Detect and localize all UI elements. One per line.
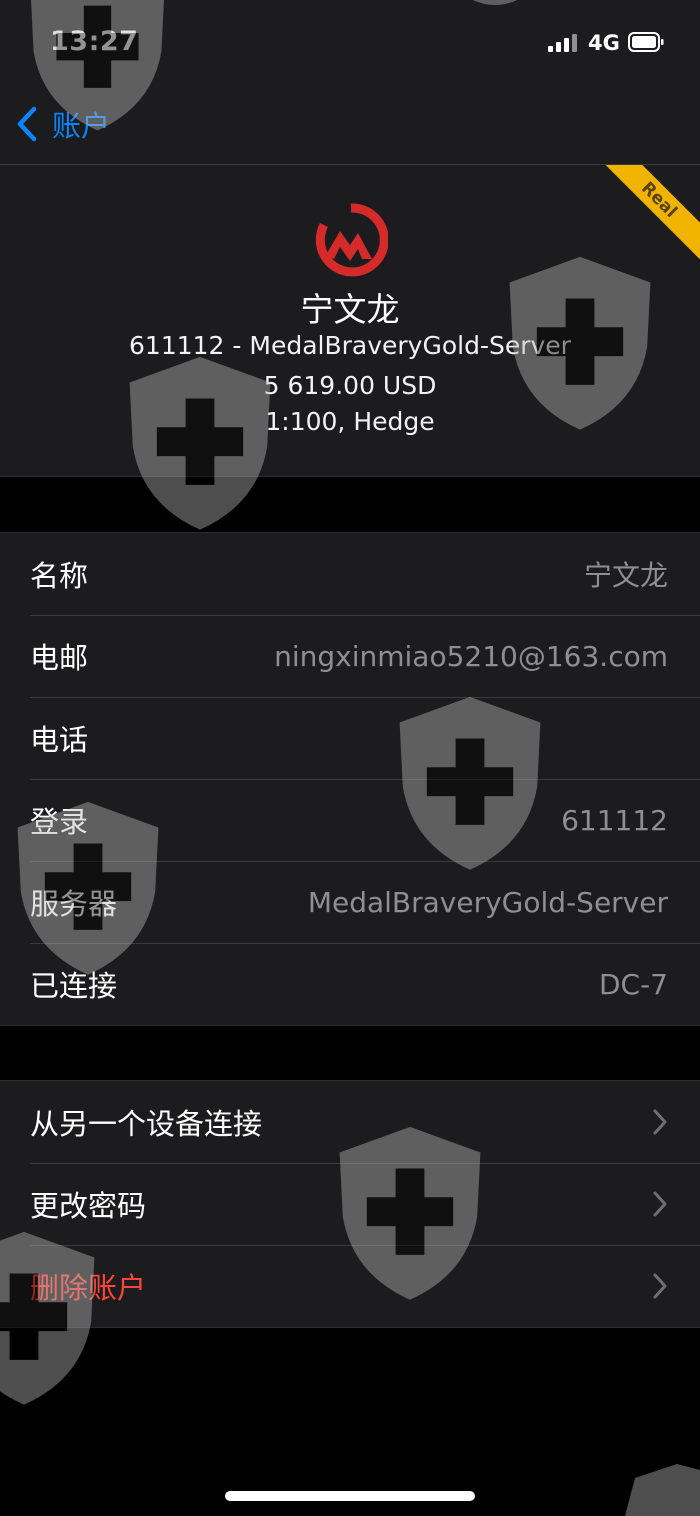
action-label: 从另一个设备连接 [30,1107,263,1141]
detail-value: 宁文龙 [583,559,668,592]
detail-label: 电邮 [30,641,89,675]
detail-row-login: 登录 611112 [0,779,700,861]
detail-label: 登录 [30,805,89,839]
navigation-bar: 账户 [0,90,700,165]
real-account-badge: Real [589,165,700,270]
account-header: Real 宁文龙 611112 - MedalBraveryGold-Serve… [0,165,700,477]
chevron-right-icon [653,1273,667,1299]
detail-row-phone: 电话 [0,697,700,779]
account-server: 611112 - MedalBraveryGold-Server [129,331,571,360]
detail-value: ningxinmiao5210@163.com [274,639,668,673]
home-indicator [225,1491,475,1501]
chevron-left-icon [17,106,37,142]
action-label: 删除账户 [30,1271,147,1305]
network-type: 4G [588,31,620,55]
battery-icon [628,32,664,52]
account-leverage: 1:100, Hedge [265,407,435,436]
account-details-list: 名称 宁文龙 电邮 ningxinmiao5210@163.com 电话 登录 … [0,532,700,1026]
chevron-right-icon [653,1191,667,1217]
shield-cross-icon [625,1464,700,1516]
detail-label: 电话 [30,723,89,757]
action-label: 更改密码 [30,1189,147,1223]
account-holder-name: 宁文龙 [300,290,400,329]
connect-other-device-button[interactable]: 从另一个设备连接 [0,1081,700,1163]
detail-row-connected: 已连接 DC-7 [0,943,700,1025]
delete-account-button[interactable]: 删除账户 [0,1245,700,1327]
detail-row-name: 名称 宁文龙 [0,533,700,615]
detail-label: 名称 [30,559,89,593]
status-bar: 13:27 4G [0,0,700,90]
detail-row-email: 电邮 ningxinmiao5210@163.com [0,615,700,697]
account-actions-list: 从另一个设备连接 更改密码 删除账户 [0,1080,700,1328]
back-label: 账户 [52,109,111,143]
detail-value: 611112 [561,803,668,837]
status-time: 13:27 [50,26,139,57]
change-password-button[interactable]: 更改密码 [0,1163,700,1245]
detail-label: 服务器 [30,887,118,921]
chevron-right-icon [653,1109,667,1135]
signal-icon [548,34,577,52]
detail-label: 已连接 [30,969,118,1003]
broker-logo [315,203,388,277]
account-balance: 5 619.00 USD [263,371,437,400]
detail-value: MedalBraveryGold-Server [307,885,668,919]
detail-row-server: 服务器 MedalBraveryGold-Server [0,861,700,943]
detail-value: DC-7 [598,967,668,1001]
back-button[interactable]: 账户 [14,104,110,144]
